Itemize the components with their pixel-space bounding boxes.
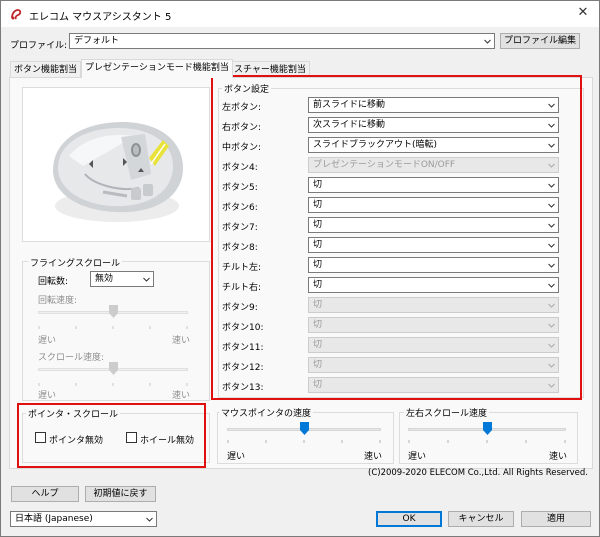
hscroll-speed-fast: 速い	[549, 452, 568, 462]
scroll-speed-fast: 速い	[172, 391, 191, 401]
pointer-speed-title: マウスポインタの速度	[219, 406, 314, 419]
mouse-illustration	[53, 122, 183, 222]
flying-scroll-title: フライングスクロール	[28, 256, 123, 269]
highlight-box-pointer-scroll	[17, 403, 206, 468]
reset-defaults-button[interactable]: 初期値に戻す	[85, 486, 156, 502]
apply-button[interactable]: 適用	[521, 511, 591, 527]
rotation-speed-fast: 速い	[172, 336, 191, 346]
rotation-speed-slow: 遅い	[38, 336, 57, 346]
title-bar[interactable]: エレコム マウスアシスタント 5 ✕	[1, 1, 599, 27]
chevron-down-icon	[146, 517, 153, 522]
highlight-box-button-settings	[211, 75, 582, 400]
pointer-speed-ticks	[227, 440, 381, 443]
tab-button-assign[interactable]: ボタン機能割当	[10, 61, 82, 78]
profile-select[interactable]: デフォルト	[69, 33, 495, 49]
profile-edit-button[interactable]: プロファイル編集	[500, 33, 580, 49]
hscroll-speed-slow: 遅い	[408, 452, 427, 462]
copyright-text: (C)2009-2020 ELECOM Co.,Ltd. All Rights …	[368, 468, 589, 478]
close-icon: ✕	[577, 5, 589, 20]
ok-button[interactable]: OK	[376, 511, 442, 527]
rotation-count-select[interactable]: 無効	[90, 271, 154, 287]
scroll-speed-ticks	[38, 383, 188, 386]
window-title: エレコム マウスアシスタント 5	[29, 12, 172, 23]
profile-select-value: デフォルト	[74, 36, 120, 46]
language-select-value: 日本語 (Japanese)	[15, 514, 93, 524]
pointer-speed-thumb[interactable]	[299, 422, 309, 435]
close-button[interactable]: ✕	[571, 3, 595, 23]
chevron-down-icon	[143, 277, 150, 282]
rotation-count-value: 無効	[95, 274, 114, 284]
hscroll-speed-thumb[interactable]	[482, 422, 492, 435]
scroll-speed-slow: 遅い	[38, 391, 57, 401]
scroll-speed-thumb[interactable]	[108, 362, 118, 375]
app-window: エレコム マウスアシスタント 5 ✕ プロファイル: デフォルト プロファイル編…	[0, 0, 600, 537]
chevron-down-icon	[484, 39, 491, 44]
cancel-button[interactable]: キャンセル	[448, 511, 514, 527]
rotation-count-label: 回転数:	[38, 277, 69, 287]
hscroll-speed-title: 左右スクロール速度	[404, 406, 490, 419]
pointer-speed-fast: 速い	[364, 452, 383, 462]
scroll-speed-label: スクロール速度:	[38, 353, 105, 363]
hscroll-speed-ticks	[408, 440, 566, 443]
rotation-speed-label: 回転速度:	[38, 296, 78, 306]
rotation-speed-ticks	[38, 326, 188, 329]
language-select[interactable]: 日本語 (Japanese)	[10, 511, 157, 527]
pointer-speed-slow: 遅い	[227, 452, 246, 462]
app-logo-icon	[11, 9, 22, 20]
rotation-speed-thumb[interactable]	[108, 305, 118, 318]
mouse-image	[22, 87, 210, 242]
help-button[interactable]: ヘルプ	[11, 486, 79, 502]
profile-label: プロファイル:	[10, 41, 68, 51]
tab-presentation-assign[interactable]: プレゼンテーションモード機能割当	[81, 59, 233, 78]
